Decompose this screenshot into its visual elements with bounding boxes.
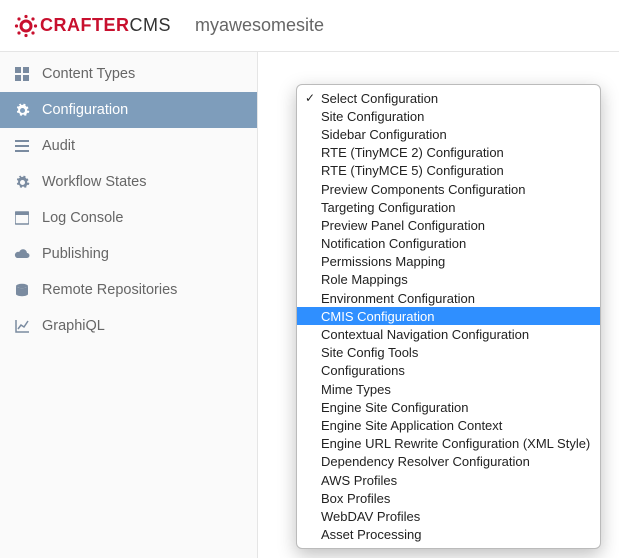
sidebar-item-label: Content Types [42, 66, 135, 82]
dropdown-option-label: Select Configuration [321, 91, 438, 106]
gear-icon [12, 103, 32, 118]
dropdown-option[interactable]: Site Configuration [297, 107, 600, 125]
dropdown-option-label: Role Mappings [321, 272, 408, 287]
dropdown-option[interactable]: Preview Components Configuration [297, 180, 600, 198]
dropdown-option-label: CMIS Configuration [321, 309, 434, 324]
dropdown-option-label: Engine Site Configuration [321, 400, 468, 415]
sidebar-item-label: Publishing [42, 246, 109, 262]
dropdown-option-label: Dependency Resolver Configuration [321, 454, 530, 469]
dropdown-option[interactable]: Site Config Tools [297, 344, 600, 362]
app-body: Content Types Configuration Audit Workflow … [0, 52, 619, 558]
dropdown-option[interactable]: Engine Site Configuration [297, 398, 600, 416]
dropdown-option-label: Site Configuration [321, 109, 424, 124]
dropdown-option[interactable]: Dependency Resolver Configuration [297, 453, 600, 471]
dropdown-option[interactable]: Asset Processing [297, 526, 600, 544]
sidebar-item-publishing[interactable]: Publishing [0, 236, 257, 272]
dropdown-option-label: Contextual Navigation Configuration [321, 327, 529, 342]
sidebar-item-label: GraphiQL [42, 318, 105, 334]
dropdown-option-label: Box Profiles [321, 491, 390, 506]
dropdown-option[interactable]: Configurations [297, 362, 600, 380]
dropdown-option-label: Site Config Tools [321, 345, 418, 360]
dropdown-option[interactable]: Contextual Navigation Configuration [297, 325, 600, 343]
sidebar: Content Types Configuration Audit Workflow … [0, 52, 258, 558]
gear-icon [12, 175, 32, 190]
grid-icon [12, 67, 32, 81]
sidebar-item-label: Log Console [42, 210, 123, 226]
dropdown-option-label: Permissions Mapping [321, 254, 445, 269]
app-header: CRAFTERCMS myawesomesite [0, 0, 619, 52]
dropdown-option[interactable]: Sidebar Configuration [297, 125, 600, 143]
dropdown-option-label: RTE (TinyMCE 2) Configuration [321, 145, 504, 160]
dropdown-option-label: Engine Site Application Context [321, 418, 502, 433]
sidebar-item-log-console[interactable]: Log Console [0, 200, 257, 236]
sidebar-item-remote-repositories[interactable]: Remote Repositories [0, 272, 257, 308]
dropdown-option[interactable]: AWS Profiles [297, 471, 600, 489]
dropdown-option-label: Configurations [321, 363, 405, 378]
dropdown-option[interactable]: Targeting Configuration [297, 198, 600, 216]
dropdown-option[interactable]: RTE (TinyMCE 2) Configuration [297, 144, 600, 162]
dropdown-option[interactable]: Permissions Mapping [297, 253, 600, 271]
dropdown-option[interactable]: Box Profiles [297, 489, 600, 507]
dropdown-option-label: AWS Profiles [321, 473, 397, 488]
sidebar-item-label: Configuration [42, 102, 128, 118]
sidebar-item-workflow-states[interactable]: Workflow States [0, 164, 257, 200]
sidebar-item-label: Audit [42, 138, 75, 154]
dropdown-option-label: Environment Configuration [321, 291, 475, 306]
dropdown-option[interactable]: RTE (TinyMCE 5) Configuration [297, 162, 600, 180]
dropdown-option-label: Targeting Configuration [321, 200, 455, 215]
dropdown-option[interactable]: WebDAV Profiles [297, 507, 600, 525]
site-name[interactable]: myawesomesite [195, 15, 324, 36]
dropdown-option-label: Preview Components Configuration [321, 182, 526, 197]
brand-text-right: CMS [130, 15, 172, 36]
dropdown-option[interactable]: Preview Panel Configuration [297, 216, 600, 234]
sidebar-item-configuration[interactable]: Configuration [0, 92, 257, 128]
dropdown-option-label: Engine URL Rewrite Configuration (XML St… [321, 436, 590, 451]
brand-text-left: CRAFTER [40, 15, 130, 36]
sidebar-item-content-types[interactable]: Content Types [0, 56, 257, 92]
dropdown-option[interactable]: Engine Site Application Context [297, 416, 600, 434]
sidebar-item-audit[interactable]: Audit [0, 128, 257, 164]
list-icon [12, 139, 32, 153]
database-icon [12, 283, 32, 297]
sidebar-item-graphiql[interactable]: GraphiQL [0, 308, 257, 344]
dropdown-option[interactable]: Mime Types [297, 380, 600, 398]
terminal-icon [12, 211, 32, 225]
dropdown-option[interactable]: Environment Configuration [297, 289, 600, 307]
main-panel: Select Configuration Site Configuration Si… [258, 52, 619, 558]
dropdown-option[interactable]: Select Configuration [297, 89, 600, 107]
sidebar-item-label: Workflow States [42, 174, 147, 190]
dropdown-option[interactable]: Role Mappings [297, 271, 600, 289]
dropdown-option-label: RTE (TinyMCE 5) Configuration [321, 163, 504, 178]
dropdown-option-label: Sidebar Configuration [321, 127, 447, 142]
dropdown-option[interactable]: Notification Configuration [297, 235, 600, 253]
dropdown-option-label: Notification Configuration [321, 236, 466, 251]
sidebar-item-label: Remote Repositories [42, 282, 177, 298]
cloud-icon [12, 247, 32, 261]
configuration-dropdown[interactable]: Select Configuration Site Configuration Si… [296, 84, 601, 549]
chart-icon [12, 319, 32, 333]
gear-logo-icon [14, 14, 38, 38]
dropdown-option-label: Mime Types [321, 382, 391, 397]
dropdown-option-label: Asset Processing [321, 527, 421, 542]
dropdown-option-label: WebDAV Profiles [321, 509, 420, 524]
dropdown-option[interactable]: Engine URL Rewrite Configuration (XML St… [297, 435, 600, 453]
dropdown-option[interactable]: CMIS Configuration [297, 307, 600, 325]
dropdown-option-label: Preview Panel Configuration [321, 218, 485, 233]
brand-logo[interactable]: CRAFTERCMS [14, 14, 171, 38]
